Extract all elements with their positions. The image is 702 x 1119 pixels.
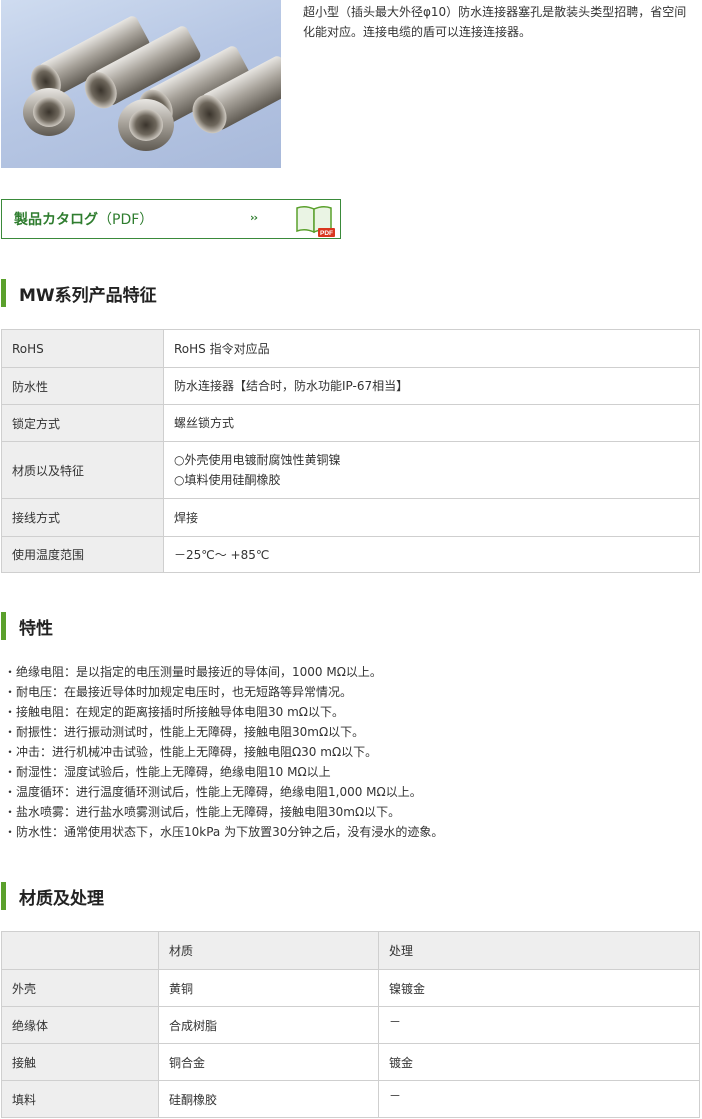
table-row: 绝缘体 合成树脂 －: [1, 1006, 700, 1044]
section-title: 材质及处理: [19, 888, 104, 909]
table-row: 外壳 黄铜 镍镀金: [1, 969, 700, 1007]
spec-key: 防水性: [1, 367, 164, 405]
table-cell: 硅酮橡胶: [158, 1080, 379, 1118]
list-item: ・耐电压：在最接近导体时加规定电压时，也无短路等异常情况。: [4, 685, 353, 699]
spec-value: －25℃～ +85℃: [163, 536, 700, 573]
intro-text: 超小型（插头最大外径φ10）防水连接器塞孔是散装头类型招聘，省空间化能对应。连接…: [303, 5, 687, 39]
row-label: 接触: [1, 1043, 159, 1081]
table-row: 防水性 防水连接器【结合时，防水功能IP-67相当】: [1, 367, 700, 405]
heading-accent-bar: [1, 279, 6, 307]
list-item: ・耐振性：进行振动测试时，性能上无障碍，接触电阻30mΩ以下。: [4, 725, 365, 739]
table-cell: 合成树脂: [158, 1006, 379, 1044]
table-cell: 黄铜: [158, 969, 379, 1007]
spec-key: 材质以及特征: [1, 441, 164, 499]
spec-value-line: ○填料使用硅酮橡胶: [174, 473, 281, 487]
spec-key: 接线方式: [1, 498, 164, 537]
list-item: ・防水性：通常使用状态下，水压10kPa 为下放置30分钟之后，没有浸水的迹象。: [4, 825, 444, 839]
column-header: 材质: [158, 931, 379, 970]
characteristics-list: ・绝缘电阻：是以指定的电压测量时最接近的导体间，1000 MΩ以上。 ・耐电压：…: [4, 662, 443, 842]
row-label: 绝缘体: [1, 1006, 159, 1044]
spec-value: 焊接: [163, 498, 700, 537]
table-cell: 铜合金: [158, 1043, 379, 1081]
pdf-icon-text: PDF: [320, 230, 333, 237]
catalog-label-main: 製品カタログ: [14, 212, 98, 228]
list-item: ・温度循环：进行温度循环测试后，性能上无障碍，绝缘电阻1,000 MΩ以上。: [4, 785, 422, 799]
pdf-book-icon: PDF: [296, 205, 335, 237]
list-item: ・耐湿性：湿度试验后，性能上无障碍，绝缘电阻10 MΩ以上: [4, 765, 331, 779]
table-row: 材质以及特征 ○外壳使用电镀耐腐蚀性黄铜镍 ○填料使用硅酮橡胶: [1, 441, 700, 499]
table-row: 填料 硅酮橡胶 －: [1, 1080, 700, 1118]
section-heading-materials: 材质及处理: [1, 882, 104, 910]
row-label: 外壳: [1, 969, 159, 1007]
product-photo: [1, 0, 281, 168]
catalog-label-pdf: （PDF）: [98, 212, 154, 228]
heading-accent-bar: [1, 612, 6, 640]
table-row: 锁定方式 螺丝锁方式: [1, 404, 700, 442]
table-cell: －: [378, 1006, 700, 1044]
spec-key: 使用温度范围: [1, 536, 164, 573]
list-item: ・接触电阻：在规定的距离接插时所接触导体电阻30 mΩ以下。: [4, 705, 344, 719]
list-item: ・盐水喷雾：进行盐水喷雾测试后，性能上无障碍，接触电阻30mΩ以下。: [4, 805, 401, 819]
connectors-illustration: [23, 16, 281, 151]
table-row: 接线方式 焊接: [1, 498, 700, 537]
table-cell: 镍镀金: [378, 969, 700, 1007]
spec-value-line: ○外壳使用电镀耐腐蚀性黄铜镍: [174, 453, 341, 467]
table-row: RoHS RoHS 指令对应品: [1, 329, 700, 368]
spec-value: ○外壳使用电镀耐腐蚀性黄铜镍 ○填料使用硅酮橡胶: [163, 441, 700, 499]
spec-key: RoHS: [1, 329, 164, 368]
spec-key: 锁定方式: [1, 404, 164, 442]
section-heading-characteristics: 特性: [1, 612, 53, 640]
section-title: 特性: [19, 618, 53, 639]
catalog-pdf-button[interactable]: 製品カタログ（PDF） ›› PDF: [1, 199, 341, 239]
table-row: 使用温度范围 －25℃～ +85℃: [1, 536, 700, 573]
spec-value: 防水连接器【结合时，防水功能IP-67相当】: [163, 367, 700, 405]
table-cell: －: [378, 1080, 700, 1118]
table-header-row: 材质 处理: [1, 931, 700, 970]
section-title: MW系列产品特征: [19, 285, 157, 306]
row-label: 填料: [1, 1080, 159, 1118]
table-row: 接触 铜合金 镀金: [1, 1043, 700, 1081]
list-item: ・冲击：进行机械冲击试验，性能上无障碍，接触电阻Ω30 mΩ以下。: [4, 745, 378, 759]
materials-table: 材质 处理 外壳 黄铜 镍镀金 绝缘体 合成树脂 － 接触 铜合金 镀金 填料 …: [1, 931, 700, 1118]
column-header: 处理: [378, 931, 700, 970]
column-header: [1, 931, 159, 970]
spec-value: 螺丝锁方式: [163, 404, 700, 442]
section-heading-features: MW系列产品特征: [1, 279, 157, 307]
chevron-right-icon: ››: [250, 211, 258, 224]
catalog-label: 製品カタログ（PDF）: [14, 209, 153, 229]
spec-value: RoHS 指令对应品: [163, 329, 700, 368]
spec-table: RoHS RoHS 指令对应品 防水性 防水连接器【结合时，防水功能IP-67相…: [1, 329, 700, 573]
list-item: ・绝缘电阻：是以指定的电压测量时最接近的导体间，1000 MΩ以上。: [4, 665, 382, 679]
heading-accent-bar: [1, 882, 6, 910]
table-cell: 镀金: [378, 1043, 700, 1081]
